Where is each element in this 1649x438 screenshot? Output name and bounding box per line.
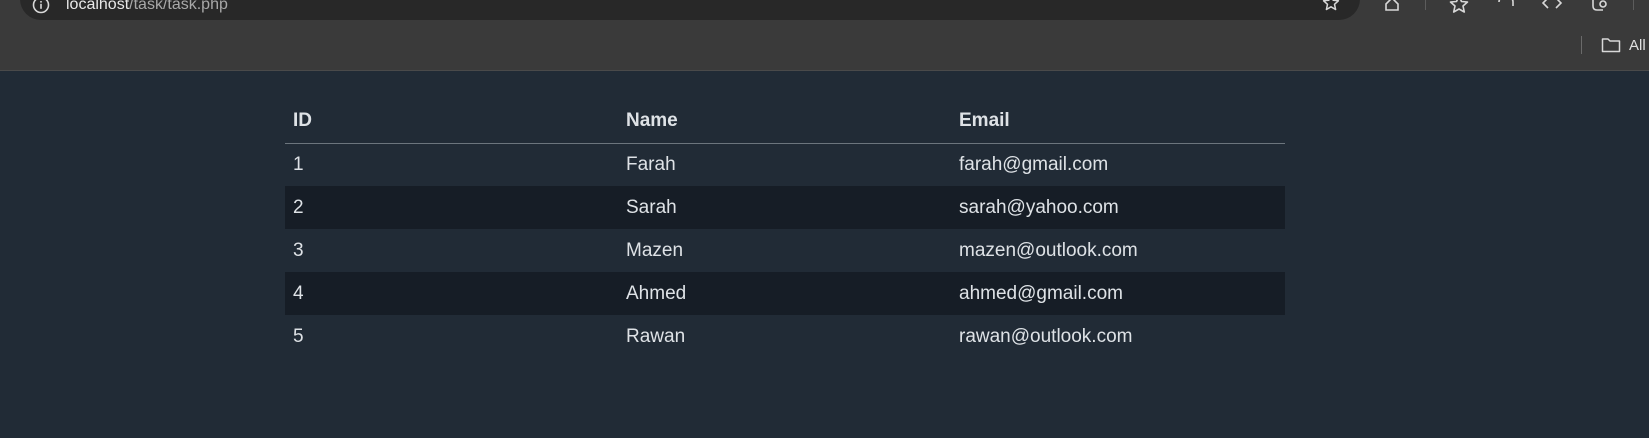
cell-id: 2 — [285, 186, 618, 229]
cell-email: sarah@yahoo.com — [951, 186, 1285, 229]
address-bar[interactable]: localhost/task/task.php — [20, 0, 1360, 20]
table-row: 4 Ahmed ahmed@gmail.com — [285, 272, 1285, 315]
folder-icon — [1601, 38, 1621, 53]
cell-name: Farah — [618, 143, 951, 186]
column-header-id: ID — [285, 99, 618, 144]
column-header-email: Email — [951, 99, 1285, 144]
page-content: ID Name Email 1 Farah farah@gmail.com 2 … — [0, 71, 1649, 438]
cell-name: Ahmed — [618, 272, 951, 315]
cell-email: mazen@outlook.com — [951, 229, 1285, 272]
bookmark-folder-all[interactable]: All — [1601, 34, 1646, 56]
url-text: localhost/task/task.php — [66, 0, 228, 15]
url-host: localhost — [66, 0, 130, 13]
table-row: 3 Mazen mazen@outlook.com — [285, 229, 1285, 272]
cell-email: farah@gmail.com — [951, 143, 1285, 186]
browser-chrome: localhost/task/task.php All — [0, 0, 1649, 71]
bookmark-folder-label: All — [1629, 36, 1646, 54]
copilot-icon[interactable] — [1588, 0, 1610, 16]
table-header-row: ID Name Email — [285, 99, 1285, 144]
site-info-icon[interactable] — [32, 0, 50, 14]
cell-id: 3 — [285, 229, 618, 272]
cell-name: Sarah — [618, 186, 951, 229]
read-aloud-icon[interactable] — [1383, 0, 1405, 16]
cell-email: rawan@outlook.com — [951, 315, 1285, 358]
cell-id: 5 — [285, 315, 618, 358]
favorites-icon[interactable] — [1448, 0, 1470, 16]
extensions-icon[interactable] — [1495, 0, 1517, 16]
dev-tools-icon[interactable] — [1541, 0, 1563, 16]
cell-id: 1 — [285, 143, 618, 186]
cell-id: 4 — [285, 272, 618, 315]
bookmarks-bar-separator — [1581, 36, 1582, 54]
cell-email: ahmed@gmail.com — [951, 272, 1285, 315]
bookmark-star-icon[interactable] — [1322, 0, 1340, 12]
toolbar-separator — [1633, 0, 1634, 10]
table-row: 5 Rawan rawan@outlook.com — [285, 315, 1285, 358]
url-path: /task/task.php — [129, 0, 228, 13]
toolbar-separator — [1425, 0, 1426, 10]
cell-name: Mazen — [618, 229, 951, 272]
table-row: 2 Sarah sarah@yahoo.com — [285, 186, 1285, 229]
table-row: 1 Farah farah@gmail.com — [285, 143, 1285, 186]
cell-name: Rawan — [618, 315, 951, 358]
users-table: ID Name Email 1 Farah farah@gmail.com 2 … — [285, 99, 1285, 358]
column-header-name: Name — [618, 99, 951, 144]
